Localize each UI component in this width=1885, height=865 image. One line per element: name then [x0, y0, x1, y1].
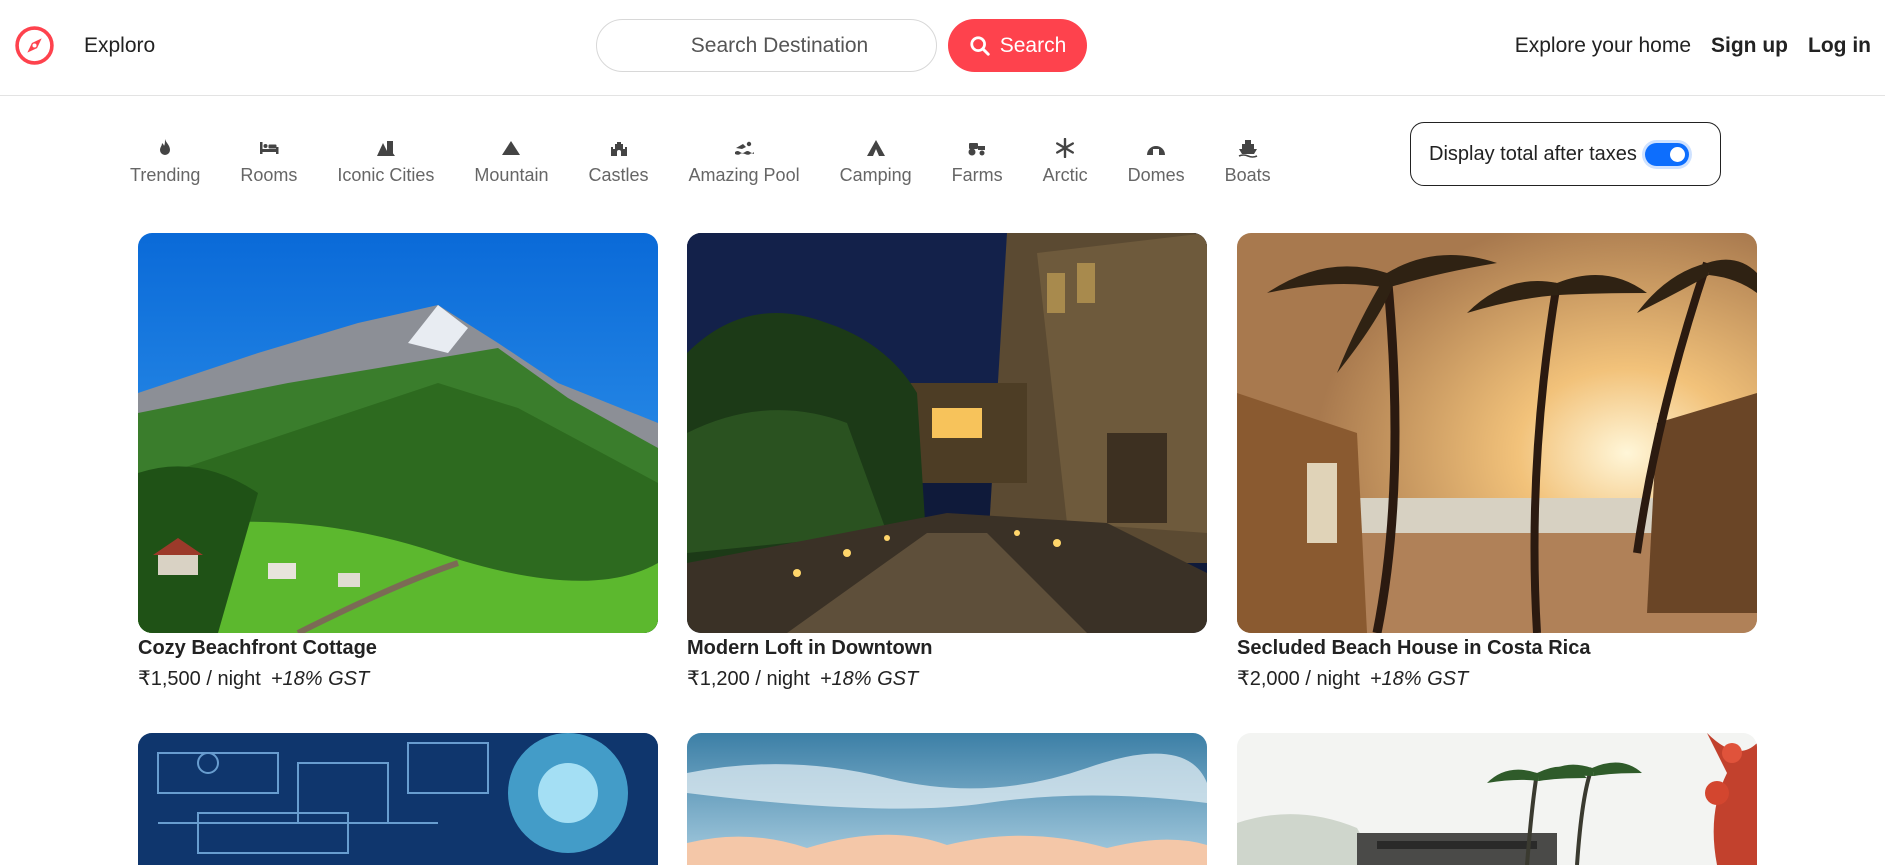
- tax-toggle[interactable]: Display total after taxes: [1410, 122, 1721, 186]
- switch-knob: [1669, 146, 1685, 162]
- tent-icon: [865, 137, 887, 159]
- listing-image-mountain[interactable]: [138, 233, 658, 633]
- filter-label: Domes: [1127, 165, 1185, 185]
- gst-note: +18% GST: [270, 668, 370, 690]
- brand-link[interactable]: Exploro: [84, 34, 155, 58]
- filter-label: Castles: [588, 165, 649, 185]
- filter-camping[interactable]: Camping: [840, 137, 912, 186]
- filter-label: Amazing Pool: [688, 165, 800, 185]
- filter-label: Mountain: [474, 165, 549, 185]
- search-input[interactable]: [596, 19, 937, 72]
- listing-title[interactable]: Modern Loft in Downtown: [687, 637, 1207, 660]
- listing-card[interactable]: [687, 733, 1207, 865]
- listing-title[interactable]: Secluded Beach House in Costa Rica: [1237, 637, 1757, 660]
- filter-label: Boats: [1224, 165, 1271, 185]
- listing-image-tech[interactable]: [138, 733, 658, 865]
- listing-image-villa[interactable]: [1237, 733, 1757, 865]
- swimmer-icon: [733, 137, 755, 159]
- listing-title[interactable]: Cozy Beachfront Cottage: [138, 637, 658, 660]
- listing-card[interactable]: [138, 733, 658, 865]
- listing-image-beach[interactable]: [1237, 233, 1757, 633]
- filter-rooms[interactable]: Rooms: [240, 137, 297, 186]
- filter-label: Camping: [839, 165, 912, 185]
- filter-iconic-cities[interactable]: Iconic Cities: [337, 137, 434, 186]
- listing-card[interactable]: Modern Loft in Downtown ₹1,200 / night +1…: [687, 233, 1207, 691]
- listing-card[interactable]: [1237, 733, 1757, 865]
- filter-label: Trending: [130, 165, 201, 185]
- gst-note: +18% GST: [1369, 668, 1469, 690]
- search-button-label: Search: [999, 33, 1067, 57]
- filter-castles[interactable]: Castles: [588, 137, 649, 186]
- filter-label: Rooms: [240, 165, 298, 185]
- filter-label: Farms: [951, 165, 1003, 185]
- tax-switch[interactable]: [1644, 142, 1689, 166]
- nav-links: Explore your home Sign up Log in: [1515, 34, 1871, 58]
- signup-link[interactable]: Sign up: [1711, 34, 1788, 58]
- filter-boats[interactable]: Boats: [1225, 137, 1271, 186]
- filter-domes[interactable]: Domes: [1128, 137, 1185, 186]
- listing-price: ₹1,200 / night +18% GST: [687, 666, 1207, 691]
- filter-farms[interactable]: Farms: [952, 137, 1003, 186]
- compass-logo-icon[interactable]: [14, 25, 55, 66]
- price-value: ₹2,000 / night: [1237, 668, 1360, 690]
- igloo-icon: [1145, 137, 1167, 159]
- fire-icon: [154, 137, 176, 159]
- listing-card[interactable]: Cozy Beachfront Cottage ₹1,500 / night +1…: [138, 233, 658, 691]
- price-value: ₹1,200 / night: [687, 668, 810, 690]
- ship-icon: [1237, 137, 1259, 159]
- filter-trending[interactable]: Trending: [130, 137, 200, 186]
- listing-image-sky[interactable]: [687, 733, 1207, 865]
- price-value: ₹1,500 / night: [138, 668, 261, 690]
- filter-label: Iconic Cities: [337, 165, 435, 185]
- tax-toggle-label: Display total after taxes: [1429, 142, 1637, 165]
- listing-card[interactable]: Secluded Beach House in Costa Rica ₹2,00…: [1237, 233, 1757, 691]
- filter-bar: Trending Rooms Iconic Cities Mountain Ca…: [130, 137, 1311, 186]
- mountain-icon: [500, 137, 522, 159]
- filter-mountain[interactable]: Mountain: [474, 137, 548, 186]
- filter-label: Arctic: [1042, 165, 1088, 185]
- gst-note: +18% GST: [819, 668, 919, 690]
- login-link[interactable]: Log in: [1808, 34, 1871, 58]
- filter-amazing-pool[interactable]: Amazing Pool: [689, 137, 800, 186]
- explore-home-link[interactable]: Explore your home: [1515, 34, 1691, 58]
- filter-arctic[interactable]: Arctic: [1043, 137, 1088, 186]
- tractor-icon: [966, 137, 988, 159]
- listing-image-palace[interactable]: [687, 233, 1207, 633]
- snowflake-icon: [1054, 137, 1076, 159]
- search-button[interactable]: Search: [948, 19, 1087, 72]
- bed-icon: [258, 137, 280, 159]
- castle-icon: [608, 137, 630, 159]
- search-icon: [970, 35, 990, 56]
- city-icon: [375, 137, 397, 159]
- listing-price: ₹1,500 / night +18% GST: [138, 666, 658, 691]
- listing-price: ₹2,000 / night +18% GST: [1237, 666, 1757, 691]
- navbar: Exploro Search Explore your home Sign up…: [0, 0, 1885, 96]
